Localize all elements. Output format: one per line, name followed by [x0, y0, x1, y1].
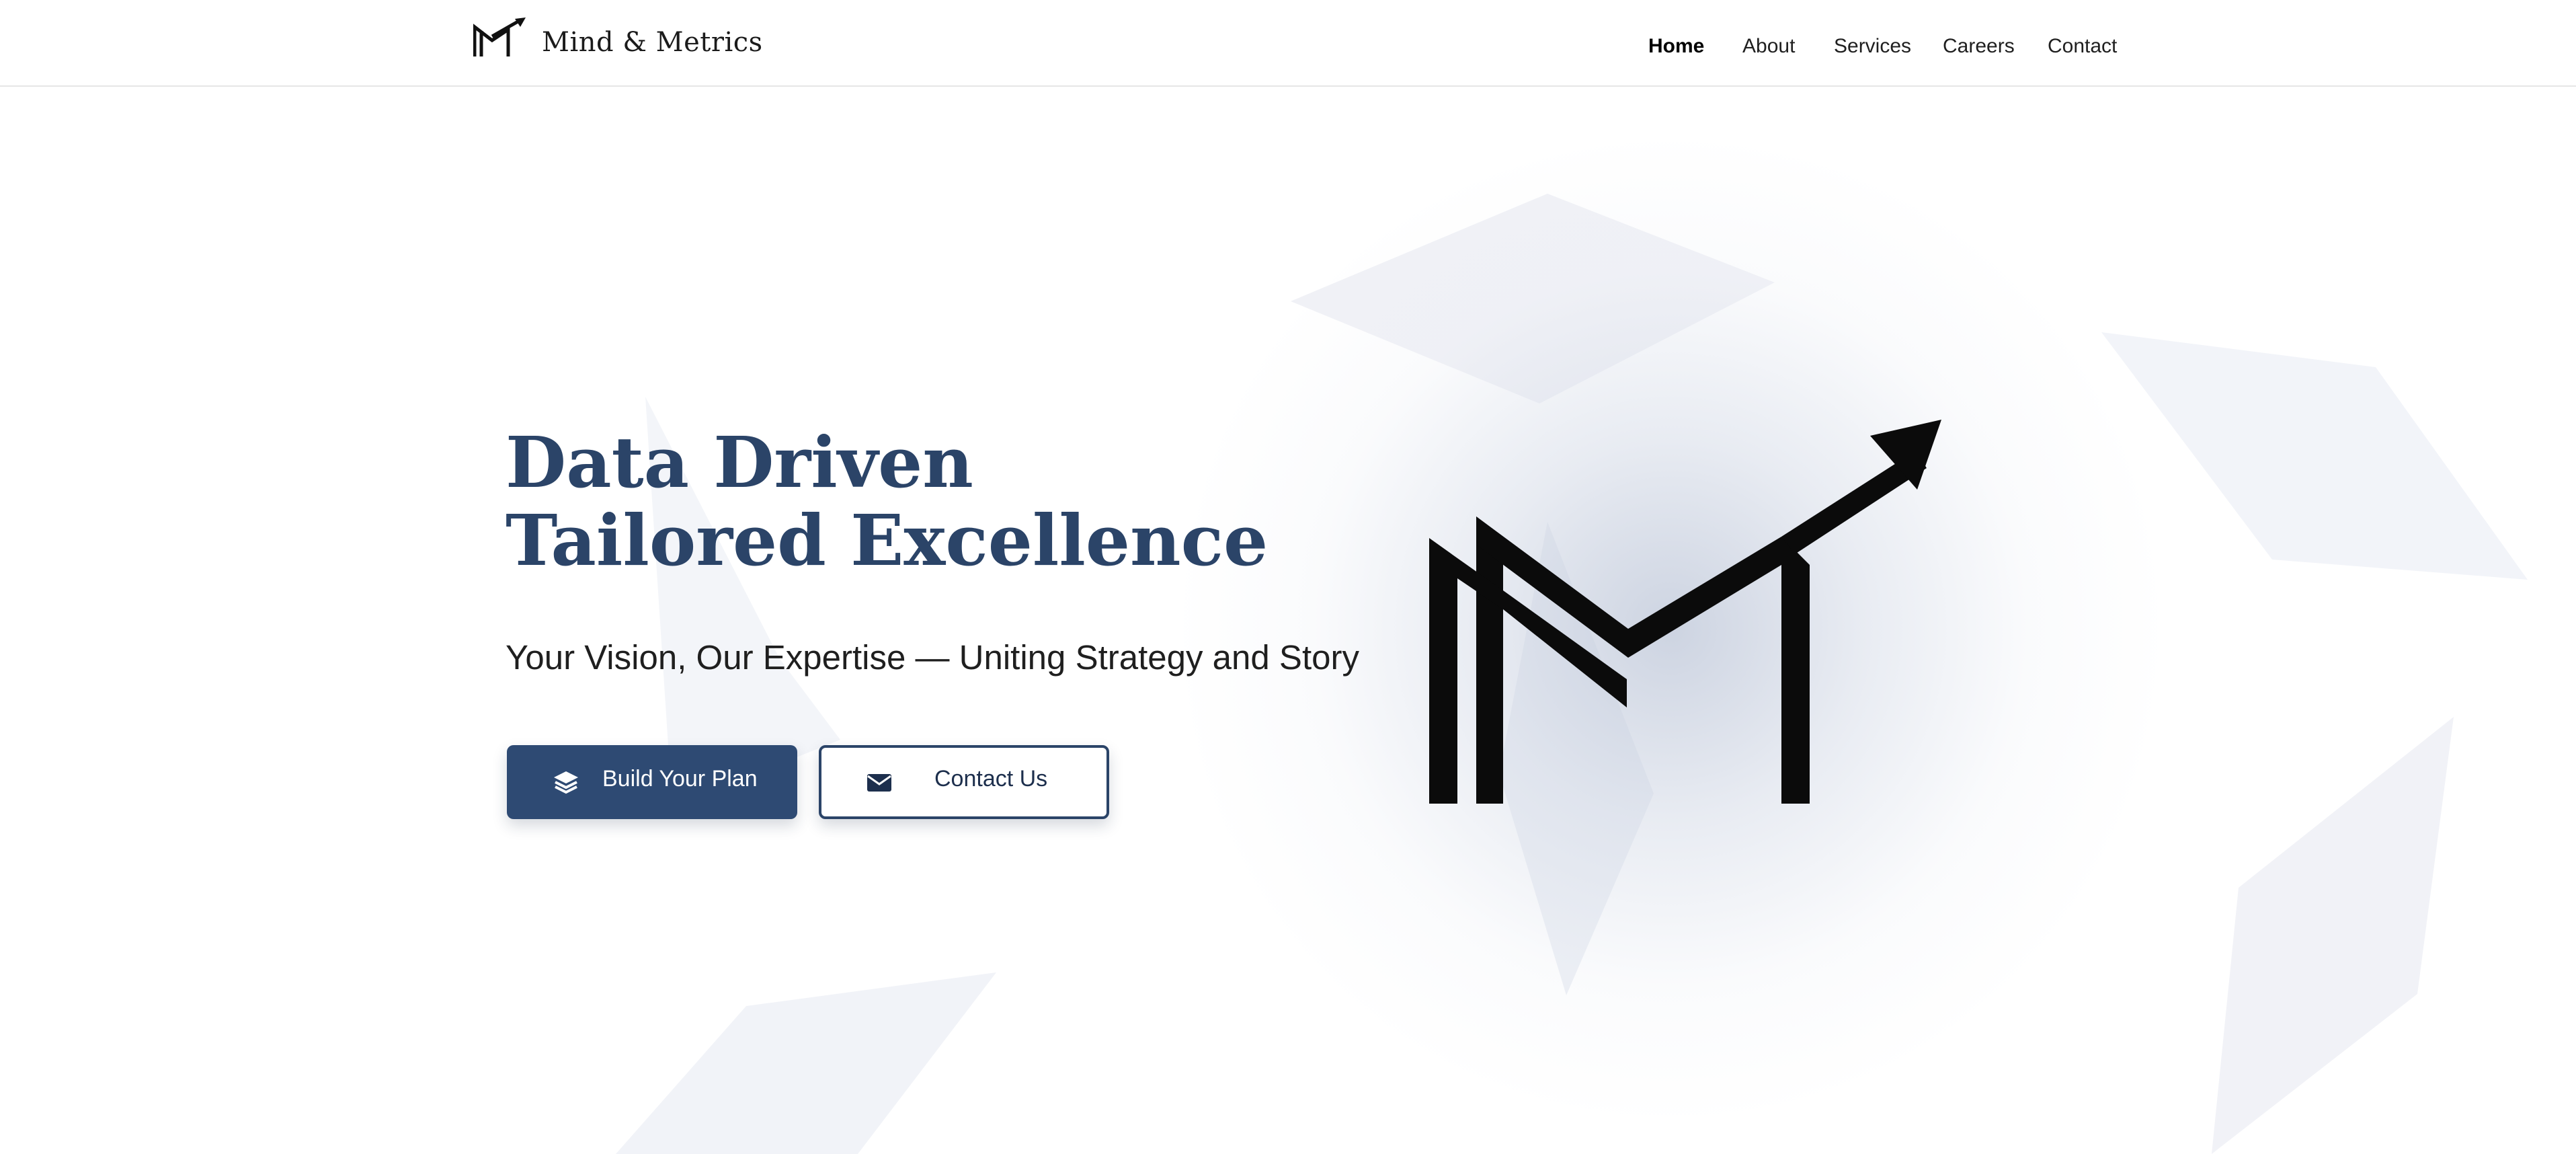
contact-us-button[interactable]: Contact Us: [819, 745, 1109, 819]
hero-title: Data Driven Tailored Excellence: [506, 424, 1268, 580]
nav-home[interactable]: Home: [1648, 35, 1704, 58]
nav-about[interactable]: About: [1742, 35, 1795, 58]
contact-us-label: Contact Us: [934, 766, 1048, 792]
nav-contact[interactable]: Contact: [2048, 35, 2117, 58]
hero-title-line2: Tailored Excellence: [506, 499, 1269, 582]
brand-name[interactable]: Mind & Metrics: [542, 27, 763, 58]
envelope-icon: [867, 774, 891, 792]
build-your-plan-label: Build Your Plan: [602, 766, 758, 792]
nav-careers[interactable]: Careers: [1943, 35, 2015, 58]
site-header: Mind & Metrics Home About Services Caree…: [0, 0, 2576, 87]
nav-services[interactable]: Services: [1834, 35, 1911, 58]
bg-shape-right-top: [2101, 332, 2528, 580]
hero-title-line1: Data Driven: [506, 421, 973, 504]
hero-logo-illustration: [1429, 420, 1941, 804]
layers-icon: [554, 771, 578, 794]
page: Mind & Metrics Home About Services Caree…: [0, 0, 2576, 1154]
build-your-plan-button[interactable]: Build Your Plan: [507, 745, 797, 819]
hero-subtitle: Your Vision, Our Expertise — Uniting Str…: [506, 638, 1359, 677]
bg-shape-right-bottom: [2212, 717, 2454, 1154]
bg-shape-bottom: [616, 972, 996, 1154]
mm-arrow-logo-icon[interactable]: [473, 17, 527, 61]
